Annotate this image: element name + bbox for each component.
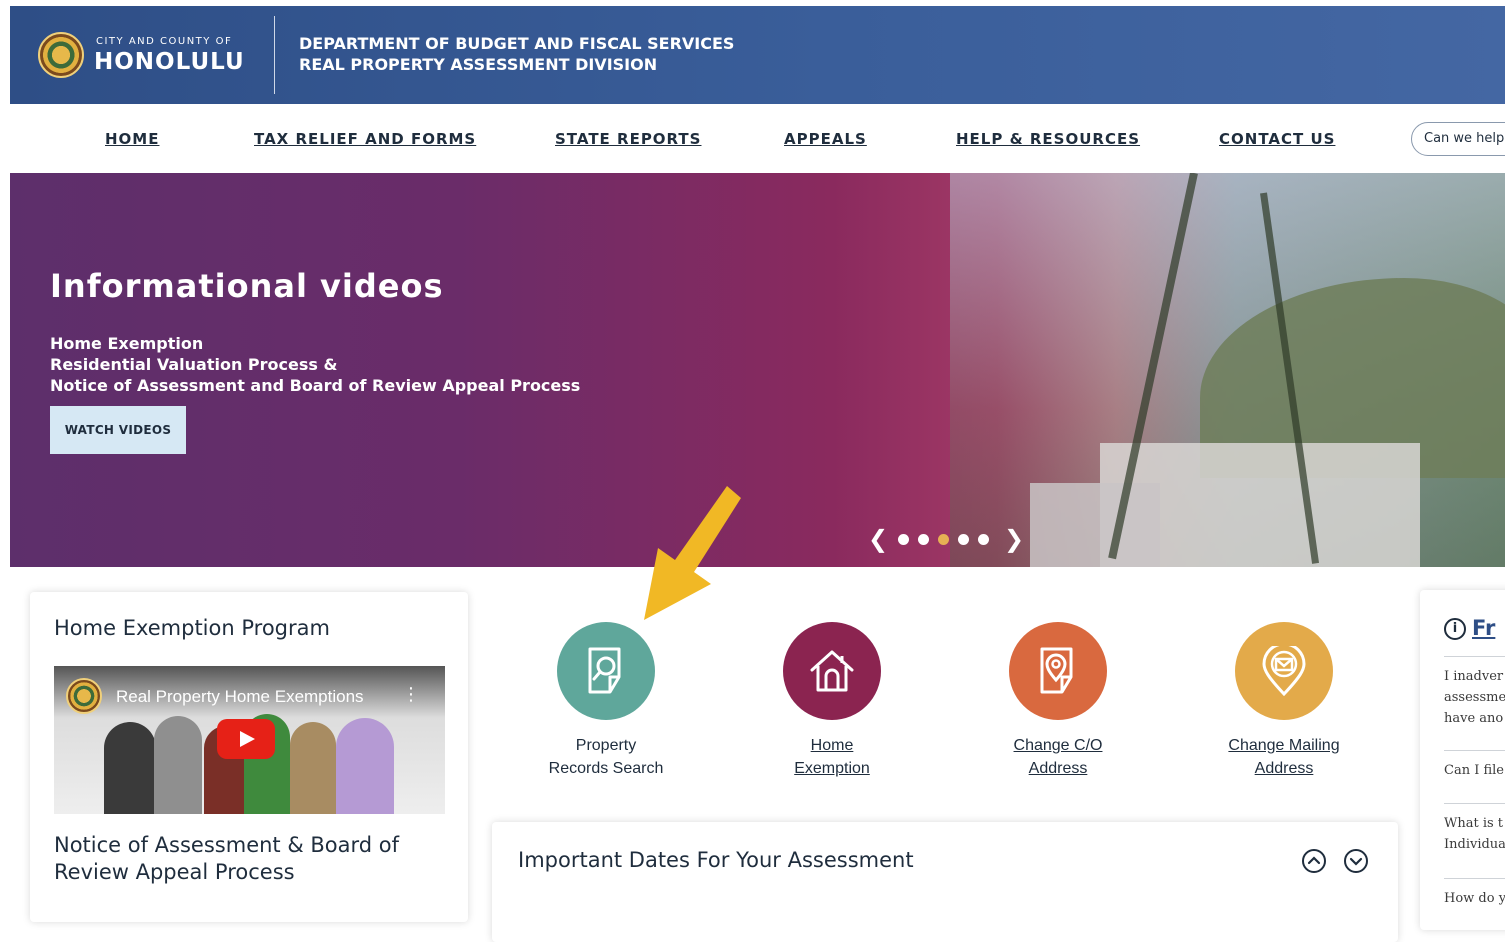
tile-label: Property Records Search — [506, 734, 706, 780]
city-label: CITY AND COUNTY OF — [96, 36, 233, 47]
city-name[interactable]: HONOLULU — [94, 49, 245, 75]
faq-item-line: Can I file — [1444, 763, 1504, 778]
site-header: CITY AND COUNTY OF HONOLULU DEPARTMENT O… — [10, 6, 1505, 104]
divider — [1444, 803, 1505, 804]
channel-logo — [66, 678, 102, 714]
dates-title: Important Dates For Your Assessment — [518, 848, 914, 872]
tile-label: Home Exemption — [732, 734, 932, 780]
chevron-down-icon[interactable] — [1344, 849, 1368, 873]
annotation-arrow-icon — [644, 486, 741, 620]
department-name: DEPARTMENT OF BUDGET AND FISCAL SERVICES — [299, 34, 735, 53]
house-icon — [783, 622, 881, 720]
carousel-dot-active[interactable] — [938, 534, 949, 545]
carousel-dot[interactable] — [898, 534, 909, 545]
faq-item-line: assessme — [1444, 690, 1505, 705]
carousel-next-icon[interactable]: ❯ — [1004, 527, 1024, 551]
carousel-dot[interactable] — [958, 534, 969, 545]
cartoon-person — [290, 722, 336, 814]
video-thumbnail[interactable]: Real Property Home Exemptions ⋮ — [54, 666, 445, 814]
nav-state-reports[interactable]: STATE REPORTS — [555, 130, 701, 148]
faq-item-line: What is t — [1444, 816, 1504, 831]
divider — [1444, 878, 1505, 879]
card-title: Home Exemption Program — [54, 616, 330, 640]
cartoon-person — [336, 718, 394, 814]
city-seal-logo[interactable] — [38, 32, 84, 78]
home-exemption-tile[interactable]: Home Exemption — [732, 622, 932, 780]
more-options-icon[interactable]: ⋮ — [402, 684, 420, 705]
change-co-address-tile[interactable]: Change C/O Address — [958, 622, 1158, 780]
hero-building-2 — [1030, 483, 1160, 567]
tile-label: Change Mailing Address — [1184, 734, 1384, 780]
watch-videos-button[interactable]: WATCH VIDEOS — [50, 406, 186, 454]
nav-help-and-resources[interactable]: HELP & RESOURCES — [956, 130, 1140, 148]
nav-home[interactable]: HOME — [105, 130, 159, 148]
faq-item[interactable]: I inadver assessme have ano — [1444, 666, 1505, 729]
hero-line-3: Notice of Assessment and Board of Review… — [50, 376, 581, 395]
cartoon-person — [104, 722, 156, 814]
document-search-icon — [557, 622, 655, 720]
divider — [1444, 750, 1505, 751]
property-records-search-tile[interactable]: Property Records Search — [506, 622, 706, 780]
cartoon-person — [154, 716, 202, 814]
carousel-dot[interactable] — [918, 534, 929, 545]
tile-label-line: Property — [575, 737, 637, 754]
nav-appeals[interactable]: APPEALS — [784, 130, 867, 148]
hero-banner: Informational videos Home Exemption Resi… — [10, 173, 1505, 567]
tile-label-line[interactable]: Home — [732, 734, 932, 757]
division-name: REAL PROPERTY ASSESSMENT DIVISION — [299, 55, 658, 74]
tile-label-line: Records Search — [548, 760, 664, 777]
nav-contact-us[interactable]: CONTACT US — [1219, 130, 1335, 148]
tile-label-line[interactable]: Address — [1184, 757, 1384, 780]
faq-item-line: have ano — [1444, 711, 1504, 726]
hero-line-1: Home Exemption — [50, 334, 204, 353]
carousel-prev-icon[interactable]: ❮ — [868, 527, 888, 551]
play-button-icon[interactable] — [217, 719, 275, 759]
nav-tax-relief-and-forms[interactable]: TAX RELIEF AND FORMS — [254, 130, 476, 148]
card-subtitle: Notice of Assessment & Board of Review A… — [54, 833, 400, 884]
important-dates-card: Important Dates For Your Assessment — [492, 822, 1398, 942]
change-mailing-address-tile[interactable]: Change Mailing Address — [1184, 622, 1384, 780]
tile-label-line[interactable]: Change C/O — [958, 734, 1158, 757]
hero-line-2: Residential Valuation Process & — [50, 355, 338, 374]
faq-card: i Fr I inadver assessme have ano Can I f… — [1420, 590, 1505, 930]
faq-item-line: I inadver — [1444, 669, 1504, 684]
hero-title: Informational videos — [50, 267, 444, 305]
video-title: Real Property Home Exemptions — [116, 687, 364, 706]
tile-label-line[interactable]: Change Mailing — [1184, 734, 1384, 757]
header-divider — [274, 16, 275, 94]
faq-item-line: How do y — [1444, 891, 1505, 906]
mail-location-icon — [1235, 622, 1333, 720]
tile-label: Change C/O Address — [958, 734, 1158, 780]
tile-label-line[interactable]: Address — [958, 757, 1158, 780]
faq-item[interactable]: What is t Individua — [1444, 813, 1505, 855]
faq-title[interactable]: Fr — [1472, 616, 1495, 640]
divider — [1444, 656, 1505, 657]
carousel-dot[interactable] — [978, 534, 989, 545]
help-search-input[interactable]: Can we help — [1411, 122, 1505, 156]
faq-item[interactable]: Can I file — [1444, 760, 1505, 781]
info-icon: i — [1444, 618, 1466, 640]
home-exemption-card: Home Exemption Program Real Property Hom… — [30, 592, 468, 922]
document-location-icon — [1009, 622, 1107, 720]
faq-item[interactable]: How do y — [1444, 888, 1505, 909]
chevron-up-icon[interactable] — [1302, 849, 1326, 873]
faq-item-line: Individua — [1444, 837, 1505, 852]
main-nav: HOME TAX RELIEF AND FORMS STATE REPORTS … — [10, 104, 1505, 174]
tile-label-line[interactable]: Exemption — [732, 757, 932, 780]
